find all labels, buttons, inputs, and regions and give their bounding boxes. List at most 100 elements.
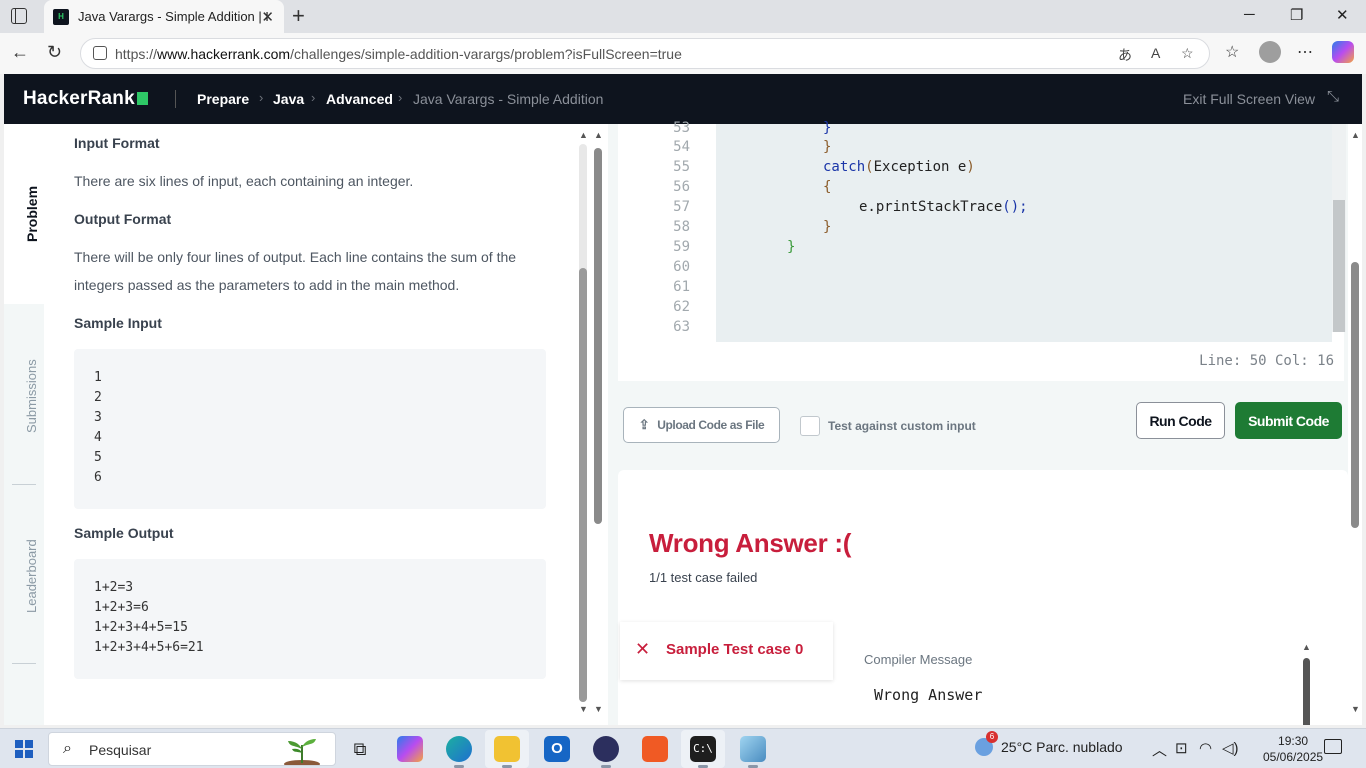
breadcrumb-java[interactable]: Java xyxy=(273,91,304,107)
input-format-heading: Input Format xyxy=(74,135,160,151)
browser-tab[interactable]: H Java Varargs - Simple Addition | H ✕ xyxy=(44,0,284,33)
favorite-star-icon[interactable]: ☆ xyxy=(1181,45,1194,62)
copilot-icon[interactable] xyxy=(1332,41,1354,63)
taskbar-search[interactable]: ⌕ Pesquisar xyxy=(48,732,336,766)
breadcrumb-advanced[interactable]: Advanced xyxy=(326,91,393,107)
submit-code-button[interactable]: Submit Code xyxy=(1235,402,1342,439)
clock-time: 19:30 xyxy=(1278,734,1309,748)
task-view-icon[interactable]: ⧉ xyxy=(347,736,373,762)
weather-badge: 6 xyxy=(986,731,998,743)
tab-problem[interactable]: Problem xyxy=(24,186,40,242)
edge-icon[interactable] xyxy=(446,736,472,768)
scroll-up-icon[interactable]: ▲ xyxy=(1351,130,1360,140)
scroll-up-icon[interactable]: ▲ xyxy=(594,130,603,140)
page-scrollbar-track[interactable] xyxy=(594,144,602,524)
custom-input-label[interactable]: Test against custom input xyxy=(828,419,976,433)
device-icon[interactable]: ⊡ xyxy=(1175,739,1188,757)
profile-avatar[interactable] xyxy=(1259,41,1281,63)
address-field[interactable]: https://www.hackerrank.com/challenges/si… xyxy=(80,38,1210,69)
right-scrollbar-thumb[interactable] xyxy=(1351,262,1359,528)
tab-submissions[interactable]: Submissions xyxy=(24,359,39,433)
outlook-icon[interactable]: O xyxy=(544,736,570,762)
pane-splitter[interactable] xyxy=(608,124,618,725)
back-icon[interactable]: ← xyxy=(11,42,29,63)
address-toolbar: ← ↻ https://www.hackerrank.com/challenge… xyxy=(0,33,1366,74)
compiler-message-heading: Compiler Message xyxy=(864,652,973,667)
system-clock[interactable]: 19:30 05/06/2025 xyxy=(1263,733,1323,765)
fail-x-icon: ✕ xyxy=(635,639,651,659)
problem-scrollbar-thumb[interactable] xyxy=(579,268,587,702)
editor-pane: 53 54 55 56 57 58 59 60 61 62 63 } } cat… xyxy=(618,120,1348,725)
test-case-tab[interactable]: ✕ Sample Test case 0 xyxy=(620,622,833,680)
sample-input-line: 4 xyxy=(94,430,102,445)
volume-icon[interactable]: ◁) xyxy=(1222,739,1239,757)
hackerrank-page: HackerRank Prepare › Java › Advanced › J… xyxy=(4,74,1362,725)
chevron-right-icon: › xyxy=(311,90,316,105)
tab-leaderboard[interactable]: Leaderboard xyxy=(24,539,39,613)
eclipse-icon[interactable] xyxy=(593,736,619,768)
copilot-app-icon[interactable] xyxy=(397,736,423,762)
close-window-icon[interactable]: ✕ xyxy=(1336,6,1349,24)
editor-scrollbar-thumb[interactable] xyxy=(1333,200,1345,332)
breadcrumb-prepare[interactable]: Prepare xyxy=(197,91,249,107)
editor-scrollbar[interactable] xyxy=(1332,124,1346,332)
code-line-57: e.printStackTrace(); xyxy=(859,197,1028,217)
wifi-icon[interactable]: ◠ xyxy=(1199,739,1212,757)
brave-icon[interactable] xyxy=(642,736,668,762)
read-aloud-icon[interactable]: A xyxy=(1151,45,1160,61)
chevron-up-icon[interactable]: ︿ xyxy=(1152,739,1167,760)
code-line-58: } xyxy=(823,219,832,235)
weather-text: 25°C Parc. nublado xyxy=(1001,739,1123,755)
windows-start-icon[interactable] xyxy=(15,740,33,758)
restore-icon[interactable]: ❐ xyxy=(1290,6,1303,24)
terminal-icon[interactable]: C:\ xyxy=(690,736,716,768)
site-info-icon[interactable] xyxy=(93,46,107,60)
more-menu-icon[interactable]: ⋯ xyxy=(1297,42,1313,62)
sidebar-toggle-icon[interactable] xyxy=(11,8,27,24)
minimize-icon[interactable]: ─ xyxy=(1244,6,1255,23)
translate-icon[interactable]: あ xyxy=(1118,45,1132,65)
sample-output-line: 1+2+3=6 xyxy=(94,600,149,615)
run-code-button[interactable]: Run Code xyxy=(1136,402,1225,439)
line-number: 62 xyxy=(673,299,690,315)
code-line-54: } xyxy=(823,139,832,155)
scroll-down-icon[interactable]: ▼ xyxy=(1351,704,1360,714)
tab-title: Java Varargs - Simple Addition | H xyxy=(78,9,268,24)
code-line-59: } xyxy=(787,239,796,255)
page-scrollbar-thumb[interactable] xyxy=(594,148,602,524)
input-format-text: There are six lines of input, each conta… xyxy=(74,173,414,189)
scroll-down-icon[interactable]: ▼ xyxy=(594,704,603,714)
file-explorer-icon[interactable] xyxy=(494,736,520,768)
code-line-53: } xyxy=(823,120,832,136)
test-case-label: Sample Test case 0 xyxy=(666,641,804,658)
new-tab-icon[interactable]: + xyxy=(292,3,305,29)
collapse-icon[interactable]: ⤡ xyxy=(1327,88,1339,105)
custom-input-checkbox[interactable] xyxy=(800,416,820,436)
code-editor[interactable]: 53 54 55 56 57 58 59 60 61 62 63 } } cat… xyxy=(618,120,1346,381)
compiler-message-value: Wrong Answer xyxy=(874,686,983,704)
close-tab-icon[interactable]: ✕ xyxy=(261,8,274,26)
favorites-icon[interactable]: ☆ xyxy=(1225,42,1239,62)
upload-code-button[interactable]: ⇪ Upload Code as File xyxy=(623,407,780,443)
editor-actions: ⇪ Upload Code as File Test against custom… xyxy=(618,394,1348,464)
scroll-down-icon[interactable]: ▼ xyxy=(579,704,588,714)
hackerrank-logo[interactable]: HackerRank xyxy=(23,88,148,110)
scroll-up-icon[interactable]: ▲ xyxy=(1302,642,1311,652)
line-number: 61 xyxy=(673,279,690,295)
sample-output-line: 1+2+3+4+5=15 xyxy=(94,620,188,635)
breadcrumb-current: Java Varargs - Simple Addition xyxy=(413,91,604,107)
notification-icon[interactable] xyxy=(1324,739,1342,754)
weather-widget[interactable]: 6 25°C Parc. nublado xyxy=(975,731,1123,756)
scroll-up-icon[interactable]: ▲ xyxy=(579,130,588,140)
line-number: 54 xyxy=(673,139,690,155)
refresh-icon[interactable]: ↻ xyxy=(47,42,62,63)
notepad-icon[interactable] xyxy=(740,736,766,768)
plant-icon xyxy=(284,739,320,765)
side-nav: Problem Submissions Leaderboard xyxy=(4,124,44,725)
problem-scrollbar-track[interactable] xyxy=(579,144,587,702)
result-scrollbar-thumb[interactable] xyxy=(1303,658,1310,725)
sample-input-line: 3 xyxy=(94,410,102,425)
exit-full-screen-link[interactable]: Exit Full Screen View xyxy=(1183,91,1315,107)
url-text[interactable]: https://www.hackerrank.com/challenges/si… xyxy=(115,46,682,62)
code-area[interactable]: } } catch(Exception e) { e.printStackTra… xyxy=(716,120,1332,342)
